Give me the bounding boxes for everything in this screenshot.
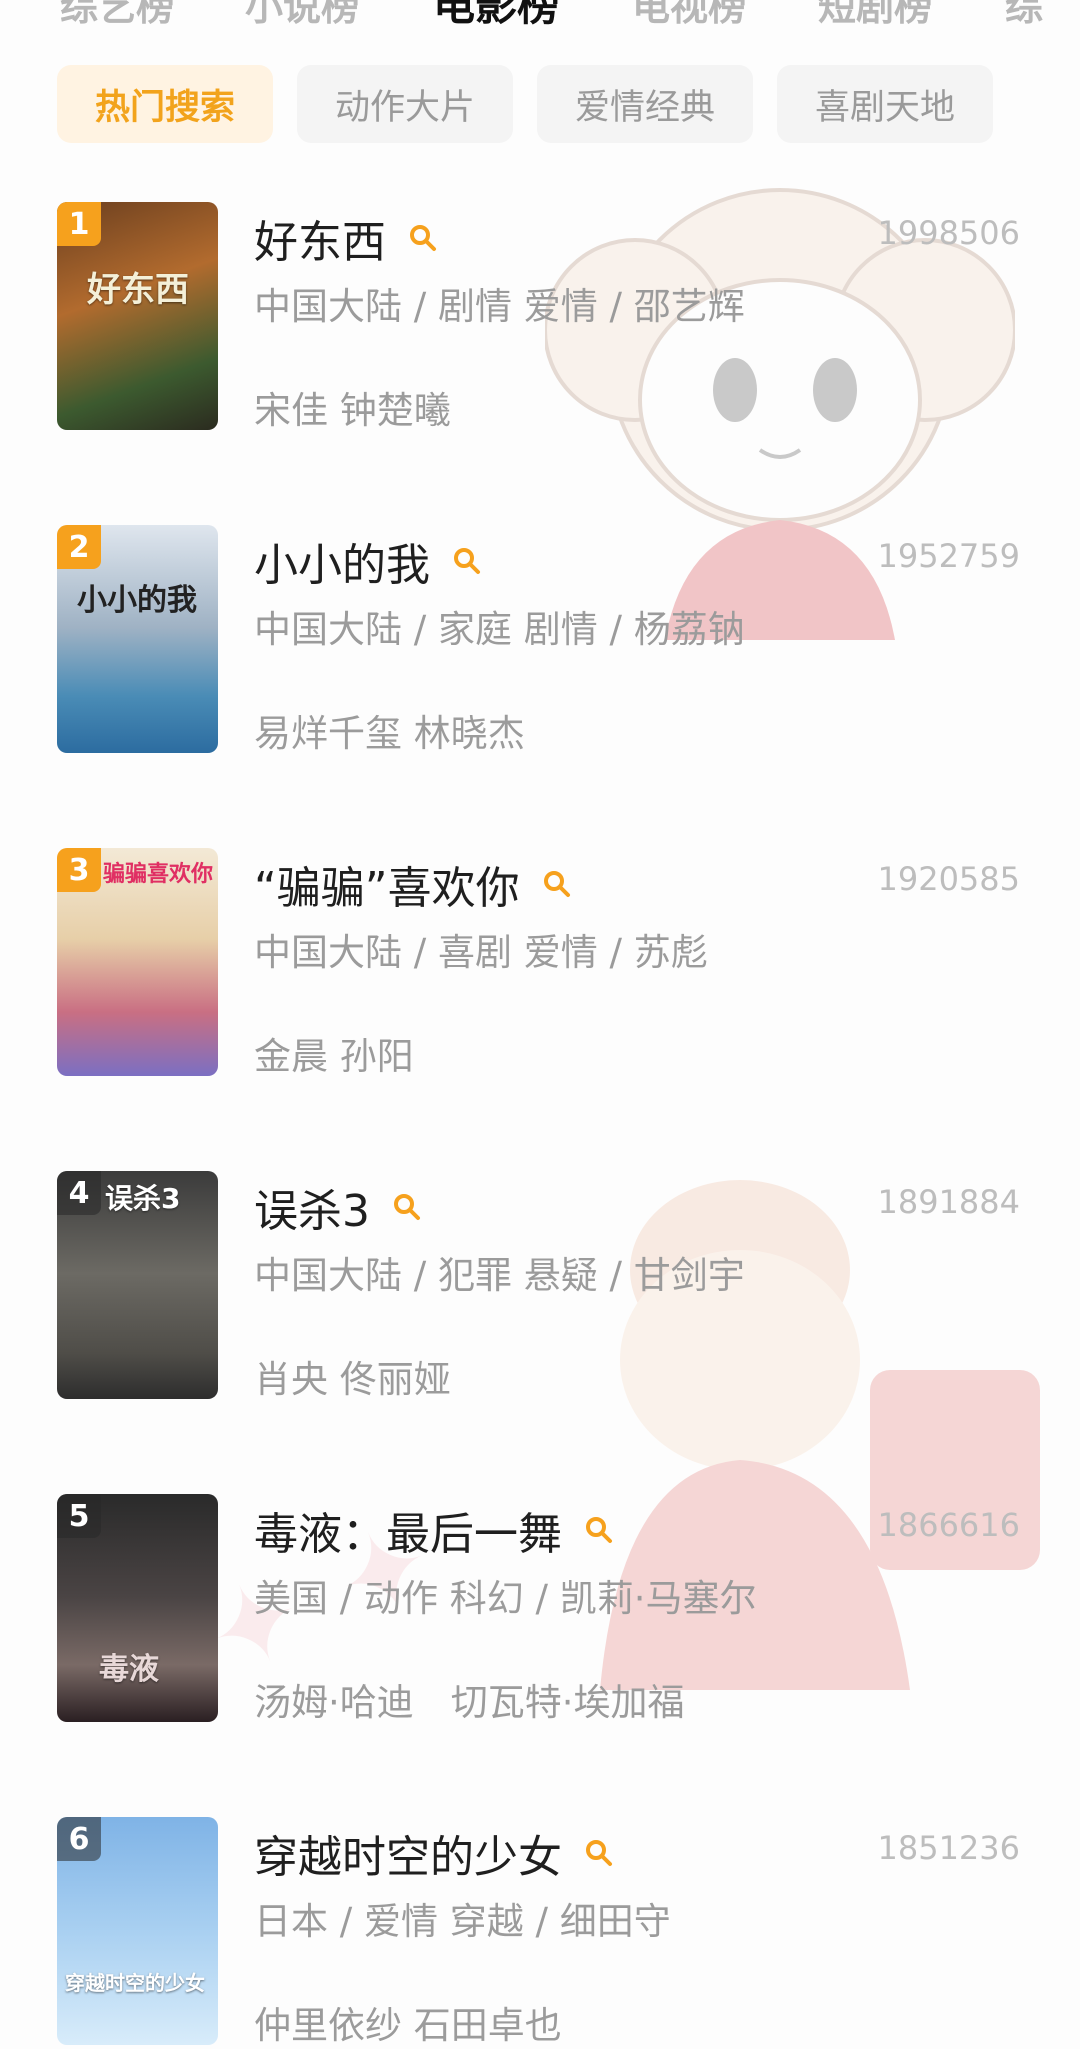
rank-badge: 4 xyxy=(57,1171,101,1215)
chip-action[interactable]: 动作大片 xyxy=(297,65,513,143)
tab-movie[interactable]: 电影榜 xyxy=(433,0,559,33)
poster-title: 好东西 xyxy=(87,270,189,310)
movie-title[interactable]: 好东西 xyxy=(254,206,386,270)
search-icon[interactable] xyxy=(584,1838,614,1868)
tab-novel[interactable]: 小说榜 xyxy=(245,0,359,31)
movie-meta: 中国大陆 / 喜剧 爱情 / 苏彪 xyxy=(254,931,708,974)
movie-meta: 美国 / 动作 科幻 / 凯莉·马塞尔 xyxy=(254,1577,757,1620)
movie-list-item[interactable]: 误杀3 4 误杀3 1891884 中国大陆 / 犯罪 悬疑 / 甘剑宇 肖央 … xyxy=(0,1171,1080,1401)
search-icon[interactable] xyxy=(452,546,482,576)
poster-title: 毒液 xyxy=(99,1652,159,1687)
movie-meta: 日本 / 爱情 穿越 / 细田守 xyxy=(254,1900,671,1943)
search-icon[interactable] xyxy=(542,869,572,899)
rank-badge: 6 xyxy=(57,1817,101,1861)
movie-cast: 仲里依纱 石田卓也 xyxy=(254,2004,562,2047)
search-count: 1920585 xyxy=(877,860,1020,898)
tab-tv[interactable]: 电视榜 xyxy=(632,0,746,31)
movie-list-item[interactable]: 毒液 5 毒液：最后一舞 1866616 美国 / 动作 科幻 / 凯莉·马塞尔… xyxy=(0,1494,1080,1724)
tab-more[interactable]: 综 xyxy=(1005,0,1043,31)
movie-title[interactable]: 小小的我 xyxy=(254,529,430,593)
search-icon[interactable] xyxy=(392,1192,422,1222)
movie-title[interactable]: 毒液：最后一舞 xyxy=(254,1498,562,1562)
movie-meta: 中国大陆 / 家庭 剧情 / 杨荔钠 xyxy=(254,608,745,651)
movie-list-item[interactable]: 小小的我 2 小小的我 1952759 中国大陆 / 家庭 剧情 / 杨荔钠 易… xyxy=(0,525,1080,755)
movie-cast: 金晨 孙阳 xyxy=(254,1035,414,1078)
search-count: 1891884 xyxy=(877,1183,1020,1221)
rank-badge: 5 xyxy=(57,1494,101,1538)
movie-list-item[interactable]: 好东西 1 好东西 1998506 中国大陆 / 剧情 爱情 / 邵艺辉 宋佳 … xyxy=(0,202,1080,432)
tab-variety[interactable]: 综艺榜 xyxy=(60,0,174,31)
poster-title: 骗骗喜欢你 xyxy=(103,862,214,887)
poster-title: 穿越时空的少女 xyxy=(65,1971,205,1995)
movie-cast: 宋佳 钟楚曦 xyxy=(254,389,451,432)
search-count: 1952759 xyxy=(877,537,1020,575)
poster-title: 小小的我 xyxy=(77,583,197,618)
movie-list-item[interactable]: 穿越时空的少女 6 穿越时空的少女 1851236 日本 / 爱情 穿越 / 细… xyxy=(0,1817,1080,2047)
tab-short-drama[interactable]: 短剧榜 xyxy=(818,0,932,31)
chip-comedy[interactable]: 喜剧天地 xyxy=(777,65,993,143)
rank-badge: 1 xyxy=(57,202,101,246)
rank-badge: 3 xyxy=(57,848,101,892)
movie-cast: 肖央 佟丽娅 xyxy=(254,1358,451,1401)
movie-poster[interactable]: 穿越时空的少女 6 xyxy=(57,1817,218,2045)
search-icon[interactable] xyxy=(408,223,438,253)
movie-poster[interactable]: 误杀3 4 xyxy=(57,1171,218,1399)
movie-title[interactable]: “骗骗”喜欢你 xyxy=(254,852,520,916)
rank-badge: 2 xyxy=(57,525,101,569)
search-count: 1866616 xyxy=(877,1506,1020,1544)
movie-list-item[interactable]: 骗骗喜欢你 3 “骗骗”喜欢你 1920585 中国大陆 / 喜剧 爱情 / 苏… xyxy=(0,848,1080,1078)
movie-title[interactable]: 穿越时空的少女 xyxy=(254,1821,562,1885)
chip-romance[interactable]: 爱情经典 xyxy=(537,65,753,143)
movie-poster[interactable]: 毒液 5 xyxy=(57,1494,218,1722)
movie-meta: 中国大陆 / 犯罪 悬疑 / 甘剑宇 xyxy=(254,1254,745,1297)
movie-cast: 易烊千玺 林晓杰 xyxy=(254,712,525,755)
search-count: 1998506 xyxy=(877,214,1020,252)
movie-cast: 汤姆·哈迪 切瓦特·埃加福 xyxy=(254,1681,685,1724)
chip-hot-search[interactable]: 热门搜索 xyxy=(57,65,273,143)
movie-meta: 中国大陆 / 剧情 爱情 / 邵艺辉 xyxy=(254,285,745,328)
search-count: 1851236 xyxy=(877,1829,1020,1867)
poster-title: 误杀3 xyxy=(105,1182,181,1215)
search-icon[interactable] xyxy=(584,1515,614,1545)
movie-title[interactable]: 误杀3 xyxy=(254,1175,370,1239)
movie-poster[interactable]: 好东西 1 xyxy=(57,202,218,430)
movie-poster[interactable]: 小小的我 2 xyxy=(57,525,218,753)
movie-poster[interactable]: 骗骗喜欢你 3 xyxy=(57,848,218,1076)
